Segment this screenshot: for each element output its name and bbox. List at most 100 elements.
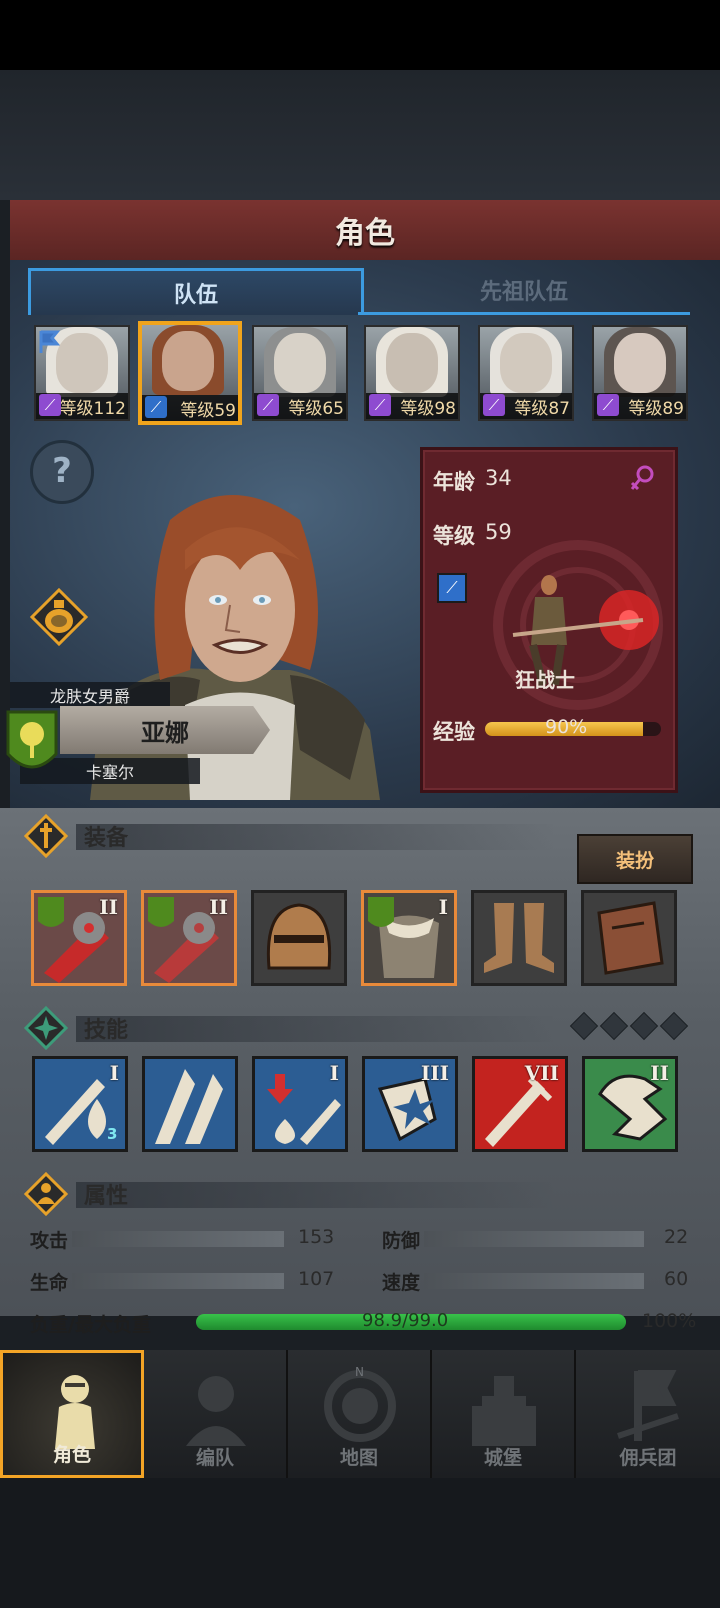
skill-tier: I: [329, 1061, 339, 1085]
hero-card[interactable]: 等级65 ⟋: [252, 325, 348, 421]
nav-label: 角色: [52, 1444, 91, 1466]
nav-label: 编队: [195, 1447, 234, 1469]
attributes-label: 属性: [84, 1184, 129, 1209]
hero-face: [386, 333, 438, 393]
page-title: 角色: [335, 216, 395, 251]
attributes-section-header: 属性: [24, 1172, 684, 1216]
defense-value: 22: [664, 1226, 689, 1248]
load-value: 98.9/99.0: [362, 1310, 449, 1331]
hero-card[interactable]: 等级112 ⟋: [34, 325, 130, 421]
skills-label: 技能: [84, 1018, 129, 1043]
nav-label: 地图: [339, 1447, 378, 1469]
staff-icon: ⟋: [39, 394, 61, 416]
equipment-slot-book[interactable]: [581, 890, 677, 986]
costume-button[interactable]: 装扮: [577, 834, 693, 884]
hero-face: [56, 333, 108, 393]
castle-icon: [472, 1376, 536, 1446]
flag-icon: [39, 330, 60, 353]
equipment-slot-weapon-2[interactable]: II: [141, 890, 237, 986]
nav-mercenary[interactable]: 佣兵团: [576, 1350, 720, 1478]
tab-ancestor-team[interactable]: 先祖队伍: [358, 268, 690, 315]
book-icon: [584, 893, 674, 983]
female-symbol-icon: [630, 465, 654, 491]
character-stat-card: 年龄 34 等级 59 ⟋ 狂战士 经验 90%: [420, 447, 678, 793]
claw-slash-icon: [155, 1069, 223, 1144]
dagger-icon: [24, 814, 68, 858]
level-label: 等级: [433, 524, 475, 548]
skill-tier: III: [420, 1061, 449, 1085]
skill-slot-3[interactable]: I: [252, 1056, 348, 1152]
age-value: 34: [485, 466, 512, 490]
section-bar: [76, 1182, 556, 1208]
class-name: 狂战士: [515, 668, 575, 692]
load-label: 负重/最大负重: [30, 1314, 151, 1336]
skill-slot-2[interactable]: [142, 1056, 238, 1152]
skill-tier: I: [109, 1061, 119, 1085]
tree-emblem-icon: [6, 710, 58, 769]
equipment-slot-helmet[interactable]: [251, 890, 347, 986]
staff-icon: ⟋: [597, 394, 619, 416]
character-name[interactable]: 亚娜: [60, 706, 270, 754]
attack-value: 153: [298, 1226, 335, 1248]
nav-character[interactable]: 角色: [0, 1350, 144, 1478]
sword-icon: ⟋: [145, 396, 167, 418]
age-label: 年龄: [433, 470, 475, 494]
hero-card[interactable]: 等级98 ⟋: [364, 325, 460, 421]
helmet-icon: [254, 893, 344, 983]
nav-castle[interactable]: 城堡: [432, 1350, 576, 1478]
hero-face: [162, 331, 214, 391]
skill-tier: VII: [524, 1061, 559, 1085]
skill-slot-1[interactable]: I 3: [32, 1056, 128, 1152]
boots-icon: [474, 893, 564, 983]
item-tier: II: [99, 895, 118, 919]
title-bar: 角色: [10, 200, 720, 262]
skill-badge: 3: [107, 1125, 118, 1143]
speed-label: 速度: [382, 1272, 421, 1294]
status-bar: [0, 0, 720, 70]
section-bar: [76, 824, 556, 850]
hero-card[interactable]: 等级87 ⟋: [478, 325, 574, 421]
defense-track: [424, 1231, 644, 1247]
equipment-slot-armor[interactable]: I: [361, 890, 457, 986]
load-percent: 100%: [642, 1310, 697, 1332]
hero-face: [500, 333, 552, 393]
knight-icon: [55, 1375, 95, 1449]
compass-map-icon: N: [324, 1366, 396, 1442]
top-backdrop: [0, 70, 720, 200]
exp-percent: 90%: [545, 716, 588, 738]
staff-icon: ⟋: [369, 394, 391, 416]
nav-formation[interactable]: 编队: [144, 1350, 288, 1478]
attribute-figure-icon: [24, 1172, 68, 1216]
tab-team[interactable]: 队伍: [28, 268, 364, 315]
skill-slot-5[interactable]: VII: [472, 1056, 568, 1152]
nav-label: 城堡: [483, 1447, 522, 1469]
speed-value: 60: [664, 1268, 689, 1290]
help-button[interactable]: ?: [30, 440, 94, 504]
attack-label: 攻击: [30, 1230, 69, 1252]
potion-icon[interactable]: [30, 588, 88, 646]
staff-icon: ⟋: [483, 394, 505, 416]
svg-text:N: N: [355, 1366, 364, 1379]
defense-label: 防御: [382, 1230, 421, 1252]
equipment-slot-boots[interactable]: [471, 890, 567, 986]
staff-icon: ⟋: [257, 394, 279, 416]
skill-slot-4[interactable]: III: [362, 1056, 458, 1152]
hp-track: [72, 1273, 284, 1289]
level-value: 59: [485, 520, 512, 544]
equipment-slot-weapon[interactable]: II: [31, 890, 127, 986]
nav-map[interactable]: N 地图: [288, 1350, 432, 1478]
armored-group-icon: [186, 1376, 246, 1446]
hero-card-selected[interactable]: 等级59 ⟋: [138, 321, 242, 425]
item-tier: II: [209, 895, 228, 919]
skill-slot-6[interactable]: II: [582, 1056, 678, 1152]
item-tier: I: [438, 895, 448, 919]
exp-label: 经验: [433, 720, 475, 744]
equipment-label: 装备: [84, 826, 129, 851]
hero-card[interactable]: 等级89 ⟋: [592, 325, 688, 421]
attack-track: [72, 1231, 284, 1247]
bottom-backdrop: [0, 1478, 720, 1608]
banner-sword-icon: [617, 1370, 679, 1441]
hero-face: [614, 333, 666, 393]
hp-label: 生命: [30, 1272, 69, 1294]
nav-label: 佣兵团: [619, 1447, 677, 1469]
